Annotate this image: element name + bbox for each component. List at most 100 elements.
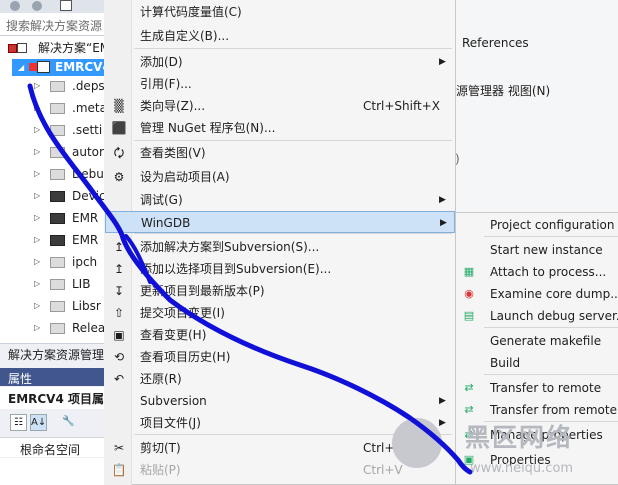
menu-item-5[interactable]: ⬛ 管理 NuGet 程序包(N)... xyxy=(105,117,455,139)
paste-icon: 📋 xyxy=(111,463,127,477)
expand-triangle-icon[interactable]: ▷ xyxy=(34,279,40,288)
properties-grid xyxy=(0,458,104,485)
menu-item-6[interactable]: 🗘 查看类图(V) xyxy=(105,142,455,164)
folder-icon xyxy=(50,81,65,92)
submenu-item-0[interactable]: Project configuration w xyxy=(456,214,618,236)
solution-icon xyxy=(8,44,17,53)
wrench-icon[interactable]: 🔧 xyxy=(60,414,77,431)
tree-item-label[interactable]: .setti xyxy=(72,121,102,139)
menu-item-label: 更新项目到最新版本(P) xyxy=(140,284,265,298)
alphabetical-icon[interactable]: A↓ xyxy=(30,414,47,431)
categorized-icon[interactable]: ☷ xyxy=(10,414,27,431)
properties-subject[interactable]: EMRCV4 项目属 xyxy=(0,387,104,409)
solution-explorer-toolbar xyxy=(0,0,112,13)
submenu-arrow-icon: ▶ xyxy=(440,218,447,228)
startup-gear-icon: ⚙ xyxy=(113,170,125,184)
solution-node-label[interactable]: 解决方案“EM xyxy=(38,39,110,57)
solution-search-input[interactable]: 搜索解决方案资源 xyxy=(0,14,112,36)
expand-triangle-icon[interactable]: ▷ xyxy=(34,169,40,178)
expand-triangle-icon[interactable]: ▷ xyxy=(34,147,40,156)
menu-item-label: 类向导(Z)... xyxy=(140,99,206,113)
tree-item-label[interactable]: Debu xyxy=(72,165,104,183)
properties-toolbar: ☷ A↓ 🔧 xyxy=(0,410,104,436)
menu-item-2[interactable]: 添加(D) ▶ xyxy=(105,51,455,73)
submenu-arrow-icon: ▶ xyxy=(439,396,446,406)
submenu-item-label: Build xyxy=(490,356,521,370)
tree-item-label[interactable]: Libsr xyxy=(72,297,101,315)
menu-item-label: 剪切(T) xyxy=(140,441,181,455)
tree-item-label[interactable]: .meta xyxy=(72,99,107,117)
menu-item-label: 生成自定义(B)... xyxy=(140,29,230,43)
menu-item-1[interactable]: 生成自定义(B)... xyxy=(105,25,455,47)
menu-item-label: 查看类图(V) xyxy=(140,146,206,160)
expand-triangle-icon[interactable]: ▷ xyxy=(34,125,40,134)
menu-item-16[interactable]: ↶ 还原(R) xyxy=(105,368,455,390)
expand-triangle-icon[interactable]: ▷ xyxy=(34,213,40,222)
submenu-item-7[interactable]: ⇄ Transfer to remote xyxy=(456,377,618,399)
tree-item-label[interactable]: EMR xyxy=(72,209,98,227)
submenu-item-2[interactable]: ▦ Attach to process... xyxy=(456,261,618,283)
tree-item-label[interactable]: Relea xyxy=(72,319,105,337)
expand-triangle-icon[interactable]: ▷ xyxy=(34,301,40,310)
submenu-separator xyxy=(484,236,618,237)
menu-item-8[interactable]: 调试(G) ▶ xyxy=(105,189,455,211)
menu-item-label: 查看变更(H) xyxy=(140,328,207,342)
menu-item-12[interactable]: ↧ 更新项目到最新版本(P) xyxy=(105,280,455,302)
svn-commit-icon: ⇧ xyxy=(113,306,125,320)
menu-item-15[interactable]: ⟲ 查看项目历史(H) xyxy=(105,346,455,368)
menu-item-label: 项目文件(J) xyxy=(140,416,201,430)
project-status-icon xyxy=(29,63,37,71)
menu-item-4[interactable]: ▒ 类向导(Z)... Ctrl+Shift+X xyxy=(105,95,455,117)
menu-item-13[interactable]: ⇧ 提交项目变更(I) xyxy=(105,302,455,324)
folder-icon xyxy=(50,147,65,158)
project-icon xyxy=(37,61,50,73)
home-icon[interactable] xyxy=(60,0,72,11)
menu-separator xyxy=(134,48,452,49)
tree-item-label[interactable]: autor xyxy=(72,143,104,161)
expand-triangle-icon[interactable]: ▷ xyxy=(34,81,40,90)
menu-item-9[interactable]: WinGDB ▶ xyxy=(105,211,455,233)
tree-item-label[interactable]: ipch xyxy=(72,253,97,271)
collapse-triangle-icon[interactable]: ◢ xyxy=(18,63,24,72)
property-row[interactable]: 根命名空间 xyxy=(0,437,104,457)
back-icon[interactable] xyxy=(10,1,20,11)
menu-item-3[interactable]: 引用(F)... xyxy=(105,73,455,95)
solution-explorer-tab[interactable]: 解决方案资源管理 xyxy=(0,343,112,362)
folder-icon xyxy=(50,257,65,268)
menu-item-17[interactable]: Subversion ▶ xyxy=(105,390,455,412)
svn-add-icon: ↥ xyxy=(113,240,125,254)
forward-icon[interactable] xyxy=(32,1,42,11)
expand-triangle-icon[interactable]: ▷ xyxy=(34,257,40,266)
expand-triangle-icon[interactable]: ▷ xyxy=(34,191,40,200)
references-label: References xyxy=(462,36,529,50)
folder-icon xyxy=(50,169,65,180)
menu-item-label: 查看项目历史(H) xyxy=(140,350,231,364)
submenu-item-label: Transfer to remote xyxy=(490,381,602,395)
expand-triangle-icon[interactable]: ▷ xyxy=(34,103,40,112)
menu-item-11[interactable]: ↥ 添加以选择项目到Subversion(E)... xyxy=(105,258,455,280)
menu-item-10[interactable]: ↥ 添加解决方案到Subversion(S)... xyxy=(105,236,455,258)
submenu-item-3[interactable]: ◉ Examine core dump... xyxy=(456,283,618,305)
project-node-label[interactable]: EMRCV4 xyxy=(55,58,111,76)
transfer-from-icon: ⇄ xyxy=(464,403,474,416)
menu-item-0[interactable]: 计算代码度量值(C) xyxy=(105,1,455,23)
menu-item-14[interactable]: ▣ 查看变更(H) xyxy=(105,324,455,346)
menu-item-shortcut: Ctrl+V xyxy=(363,463,403,477)
svn-history-icon: ⟲ xyxy=(113,350,125,364)
submenu-item-1[interactable]: Start new instance xyxy=(456,239,618,261)
svn-update-icon: ↧ xyxy=(113,284,125,298)
tree-item-label[interactable]: .deps xyxy=(72,77,105,95)
expand-triangle-icon[interactable]: ▷ xyxy=(34,323,40,332)
submenu-item-6[interactable]: Build xyxy=(456,352,618,374)
tree-item-label[interactable]: LIB xyxy=(72,275,90,293)
svn-add-selected-icon: ↥ xyxy=(113,262,125,276)
submenu-arrow-icon: ▶ xyxy=(439,57,446,67)
tree-item-label[interactable]: EMR xyxy=(72,231,98,249)
tree-item-label[interactable]: Devic xyxy=(72,187,106,205)
watermark-url: www.heiqu.com xyxy=(470,461,574,476)
menu-item-7[interactable]: ⚙ 设为启动项目(A) xyxy=(105,166,455,188)
expand-triangle-icon[interactable]: ▷ xyxy=(34,235,40,244)
submenu-item-5[interactable]: Generate makefile xyxy=(456,330,618,352)
submenu-item-4[interactable]: ▤ Launch debug server... xyxy=(456,305,618,327)
menu-item-label: 添加以选择项目到Subversion(E)... xyxy=(140,262,332,276)
